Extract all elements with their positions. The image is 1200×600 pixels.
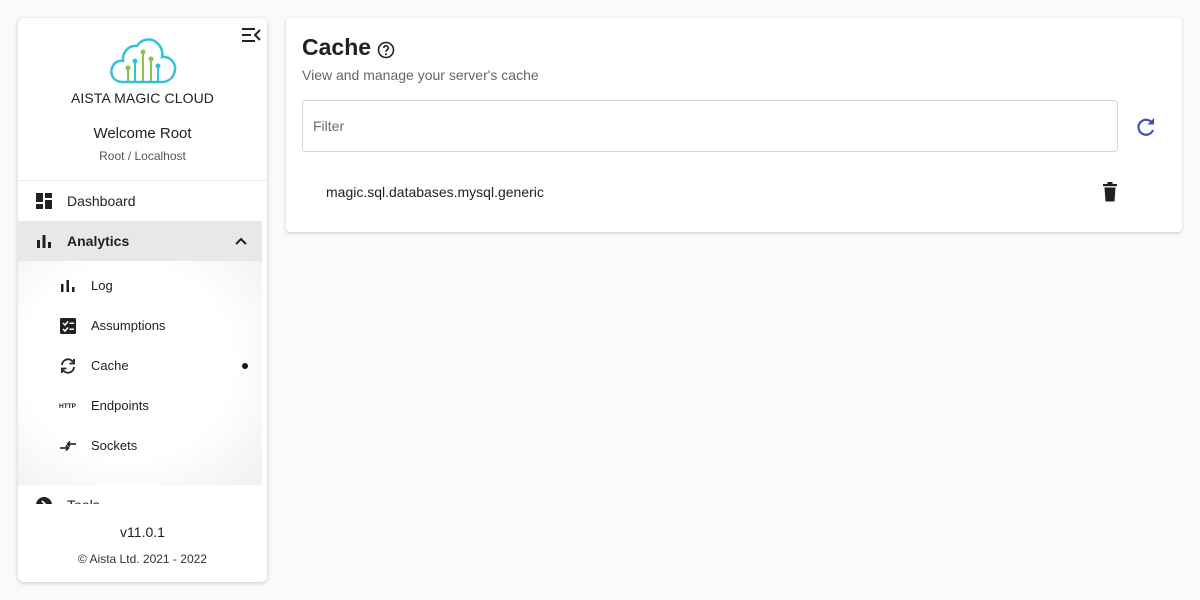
- chevron-up-icon: [235, 237, 247, 245]
- sidebar-item-analytics[interactable]: Analytics: [18, 221, 262, 261]
- version-label: v11.0.1: [120, 524, 165, 540]
- cloud-logo-icon: [109, 38, 176, 84]
- brand: AISTA MAGIC CLOUD: [18, 36, 267, 106]
- filter-field[interactable]: [302, 100, 1118, 152]
- compare-arrows-icon: [60, 440, 76, 452]
- sidebar-item-label: Log: [91, 278, 113, 293]
- delete-icon[interactable]: [1099, 181, 1121, 203]
- copyright-text: © Aista Ltd. 2021 - 2022: [78, 552, 207, 566]
- sidebar-item-endpoints[interactable]: HTTP Endpoints: [18, 386, 262, 426]
- sidebar: AISTA MAGIC CLOUD Welcome Root Root / Lo…: [18, 18, 267, 582]
- sidebar-item-label: Endpoints: [91, 398, 149, 413]
- sidebar-footer: v11.0.1 © Aista Ltd. 2021 - 2022: [18, 504, 267, 582]
- page-title: Cache: [302, 34, 372, 60]
- sidebar-item-log[interactable]: Log: [18, 266, 262, 306]
- filter-input[interactable]: [303, 101, 1117, 151]
- help-icon[interactable]: [377, 41, 395, 59]
- active-indicator-dot: [242, 363, 248, 369]
- welcome-text: Welcome Root: [93, 125, 192, 142]
- checklist-icon: [60, 318, 76, 334]
- dashboard-icon: [36, 193, 52, 209]
- brand-name: AISTA MAGIC CLOUD: [70, 90, 215, 106]
- title-row: Cache: [302, 34, 395, 61]
- sidebar-item-label: Cache: [91, 358, 129, 373]
- analytics-submenu: Log Assumptions Cache HTTP Endpoints Soc…: [18, 261, 262, 485]
- sidebar-item-cache[interactable]: Cache: [18, 346, 262, 386]
- cache-card: Cache View and manage your server's cach…: [286, 18, 1182, 232]
- sidebar-item-dashboard[interactable]: Dashboard: [18, 181, 262, 221]
- sidebar-item-label: Analytics: [67, 233, 130, 249]
- svg-text:HTTP: HTTP: [59, 403, 77, 410]
- sidebar-item-sockets[interactable]: Sockets: [18, 426, 262, 466]
- sidebar-item-label: Dashboard: [67, 193, 136, 209]
- cache-item-key: magic.sql.databases.mysql.generic: [326, 184, 544, 200]
- cache-item-row: magic.sql.databases.mysql.generic: [302, 172, 1150, 212]
- user-context: Root / Localhost: [99, 149, 186, 163]
- sidebar-item-label: Assumptions: [91, 318, 166, 333]
- http-icon: HTTP: [59, 403, 77, 410]
- bar-chart-icon: [61, 280, 75, 292]
- bar-chart-icon: [37, 235, 51, 248]
- page-subtitle: View and manage your server's cache: [302, 67, 539, 83]
- sync-icon: [61, 358, 75, 374]
- sidebar-item-assumptions[interactable]: Assumptions: [18, 306, 262, 346]
- sidebar-item-label: Sockets: [91, 438, 138, 453]
- refresh-icon[interactable]: [1134, 115, 1158, 139]
